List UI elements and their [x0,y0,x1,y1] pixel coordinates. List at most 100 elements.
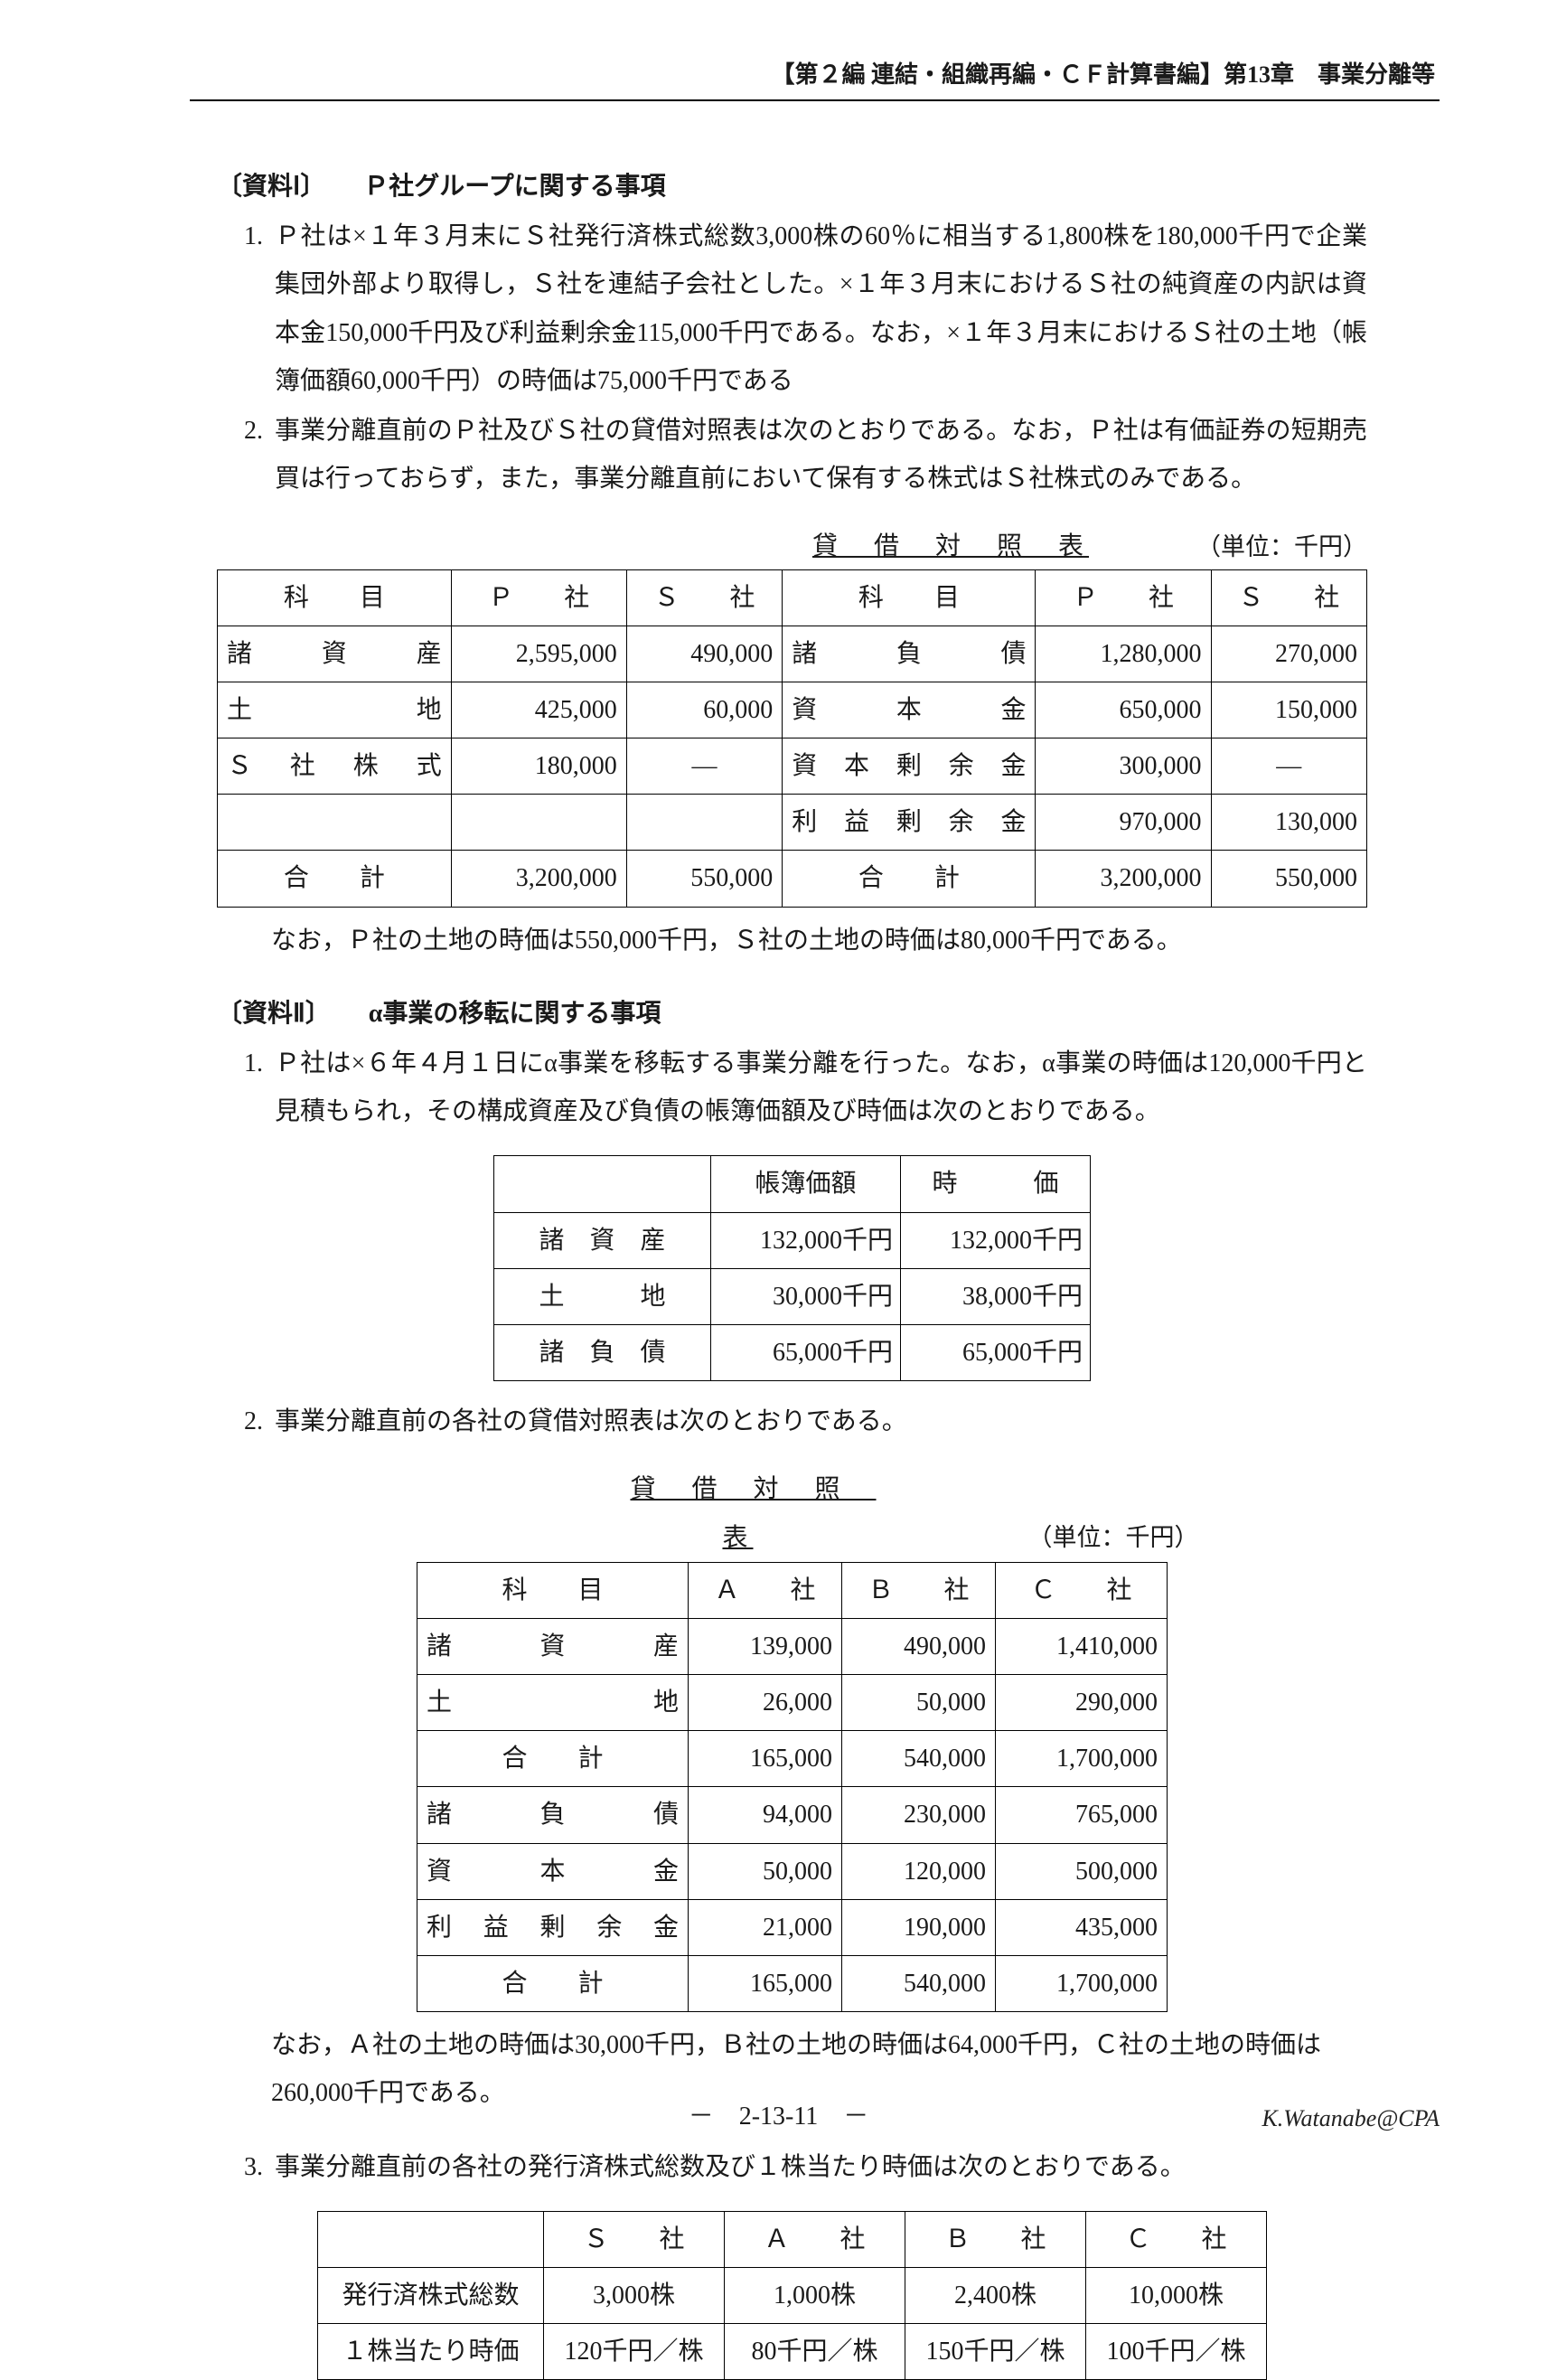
cell: 諸 負 債 [494,1324,711,1380]
cell: 500,000 [996,1843,1168,1899]
cell: 2,595,000 [451,626,626,682]
cell: 50,000 [689,1843,842,1899]
cell: 合 計 [218,851,452,907]
cell: 94,000 [689,1787,842,1843]
cell: 10,000株 [1086,2267,1267,2323]
col-header: Ｃ 社 [1086,2211,1267,2267]
col-header: Ｓ 社 [626,569,782,626]
cell: 490,000 [842,1618,996,1674]
cell: 150千円／株 [905,2324,1086,2380]
cell: 利益剰余金 [417,1899,689,1955]
header-rule [190,99,1440,101]
table-row: 資本金 50,000 120,000 500,000 [417,1843,1168,1899]
cell: 270,000 [1211,626,1367,682]
table-row: Ｓ 社 Ａ 社 Ｂ 社 Ｃ 社 [318,2211,1267,2267]
cell: 合 計 [417,1731,689,1787]
list-number: 3. [217,2143,275,2191]
table-row: １株当たり時価 120千円／株 80千円／株 150千円／株 100千円／株 [318,2324,1267,2380]
table-row: 諸負債 94,000 230,000 765,000 [417,1787,1168,1843]
table-row: 諸資産 2,595,000 490,000 諸負債 1,280,000 270,… [218,626,1367,682]
col-header: Ｐ 社 [451,569,626,626]
cell: 資本剰余金 [783,738,1036,795]
cell: 435,000 [996,1899,1168,1955]
cell: 60,000 [626,682,782,738]
footer-signature: K.Watanabe@CPA [1262,2096,1440,2140]
cell: 3,200,000 [451,851,626,907]
cell: 550,000 [1211,851,1367,907]
cell: 土地 [218,682,452,738]
cell: 発行済株式総数 [318,2267,544,2323]
cell: １株当たり時価 [318,2324,544,2380]
bs1-caption: 貸 借 対 照 表 [705,522,1196,570]
section-1-title: 〔資料Ⅰ〕 Ｐ社グループに関する事項 [217,163,1367,211]
table-row: 諸資産 139,000 490,000 1,410,000 [417,1618,1168,1674]
col-header: Ｂ 社 [905,2211,1086,2267]
section-1-item-1: Ｐ社は×１年３月末にＳ社発行済株式総数3,000株の60％に相当する1,800株… [275,212,1367,405]
cell: 765,000 [996,1787,1168,1843]
table-row: 合 計 3,200,000 550,000 合 計 3,200,000 550,… [218,851,1367,907]
section-2-title: 〔資料Ⅱ〕 α事業の移転に関する事項 [217,990,1367,1038]
cell: 132,000千円 [711,1212,901,1268]
cell: 970,000 [1036,795,1211,851]
col-header: Ｓ 社 [544,2211,725,2267]
table-row: 科 目 Ａ 社 Ｂ 社 Ｃ 社 [417,1562,1168,1618]
cell [318,2211,544,2267]
cell: 80千円／株 [725,2324,905,2380]
cell [451,795,626,851]
cell: 諸資産 [218,626,452,682]
table-row: Ｓ社株式 180,000 ― 資本剰余金 300,000 ― [218,738,1367,795]
cell: 諸負債 [783,626,1036,682]
col-header: 時 価 [901,1156,1091,1212]
cell: 300,000 [1036,738,1211,795]
cell: 30,000千円 [711,1268,901,1324]
cell: 100千円／株 [1086,2324,1267,2380]
balance-sheet-1: 科 目 Ｐ 社 Ｓ 社 科 目 Ｐ 社 Ｓ 社 諸資産 2,595,000 49… [217,569,1367,908]
table-row: 合 計 165,000 540,000 1,700,000 [417,1731,1168,1787]
cell: 資本金 [783,682,1036,738]
cell: 165,000 [689,1731,842,1787]
table-row: 合 計 165,000 540,000 1,700,000 [417,1956,1168,2012]
cell: 38,000千円 [901,1268,1091,1324]
cell: 165,000 [689,1956,842,2012]
cell: 1,000株 [725,2267,905,2323]
cell: 3,200,000 [1036,851,1211,907]
cell: 資本金 [417,1843,689,1899]
cell: 1,700,000 [996,1731,1168,1787]
cell: 650,000 [1036,682,1211,738]
cell: 諸負債 [417,1787,689,1843]
cell: 21,000 [689,1899,842,1955]
cell [626,795,782,851]
section-1-item-2: 事業分離直前のＰ社及びＳ社の貸借対照表は次のとおりである。なお，Ｐ社は有価証券の… [275,407,1367,503]
cell: ― [626,738,782,795]
table-row: 土地 26,000 50,000 290,000 [417,1675,1168,1731]
balance-sheet-2: 科 目 Ａ 社 Ｂ 社 Ｃ 社 諸資産 139,000 490,000 1,41… [417,1562,1168,2013]
cell: 180,000 [451,738,626,795]
table-row: 諸 負 債 65,000千円 65,000千円 [494,1324,1091,1380]
cell: 490,000 [626,626,782,682]
col-header: Ｓ 社 [1211,569,1367,626]
list-number: 1. [217,1039,275,1135]
cell: 26,000 [689,1675,842,1731]
table-row: 利益剰余金 970,000 130,000 [218,795,1367,851]
table-row: 利益剰余金 21,000 190,000 435,000 [417,1899,1168,1955]
bs1-note: なお，Ｐ社の土地の時価は550,000千円，Ｓ社の土地の時価は80,000千円で… [271,917,1367,964]
cell: 諸 資 産 [494,1212,711,1268]
page-header: 【第２編 連結・組織再編・ＣＦ計算書編】第13章 事業分離等 [771,52,1435,97]
table-row: 科 目 Ｐ 社 Ｓ 社 科 目 Ｐ 社 Ｓ 社 [218,569,1367,626]
section-2-item-1: Ｐ社は×６年４月１日にα事業を移転する事業分離を行った。なお，α事業の時価は12… [275,1039,1367,1135]
cell: 130,000 [1211,795,1367,851]
cell: Ｓ社株式 [218,738,452,795]
table-row: 帳簿価額 時 価 [494,1156,1091,1212]
cell: 150,000 [1211,682,1367,738]
col-header: 科 目 [218,569,452,626]
cell: 120,000 [842,1843,996,1899]
cell: 65,000千円 [901,1324,1091,1380]
list-number: 1. [217,212,275,405]
cell [218,795,452,851]
cell: 540,000 [842,1956,996,2012]
cell: 1,280,000 [1036,626,1211,682]
col-header: Ｐ 社 [1036,569,1211,626]
cell: 土地 [417,1675,689,1731]
table-row: 土地 425,000 60,000 資本金 650,000 150,000 [218,682,1367,738]
cell: 1,410,000 [996,1618,1168,1674]
